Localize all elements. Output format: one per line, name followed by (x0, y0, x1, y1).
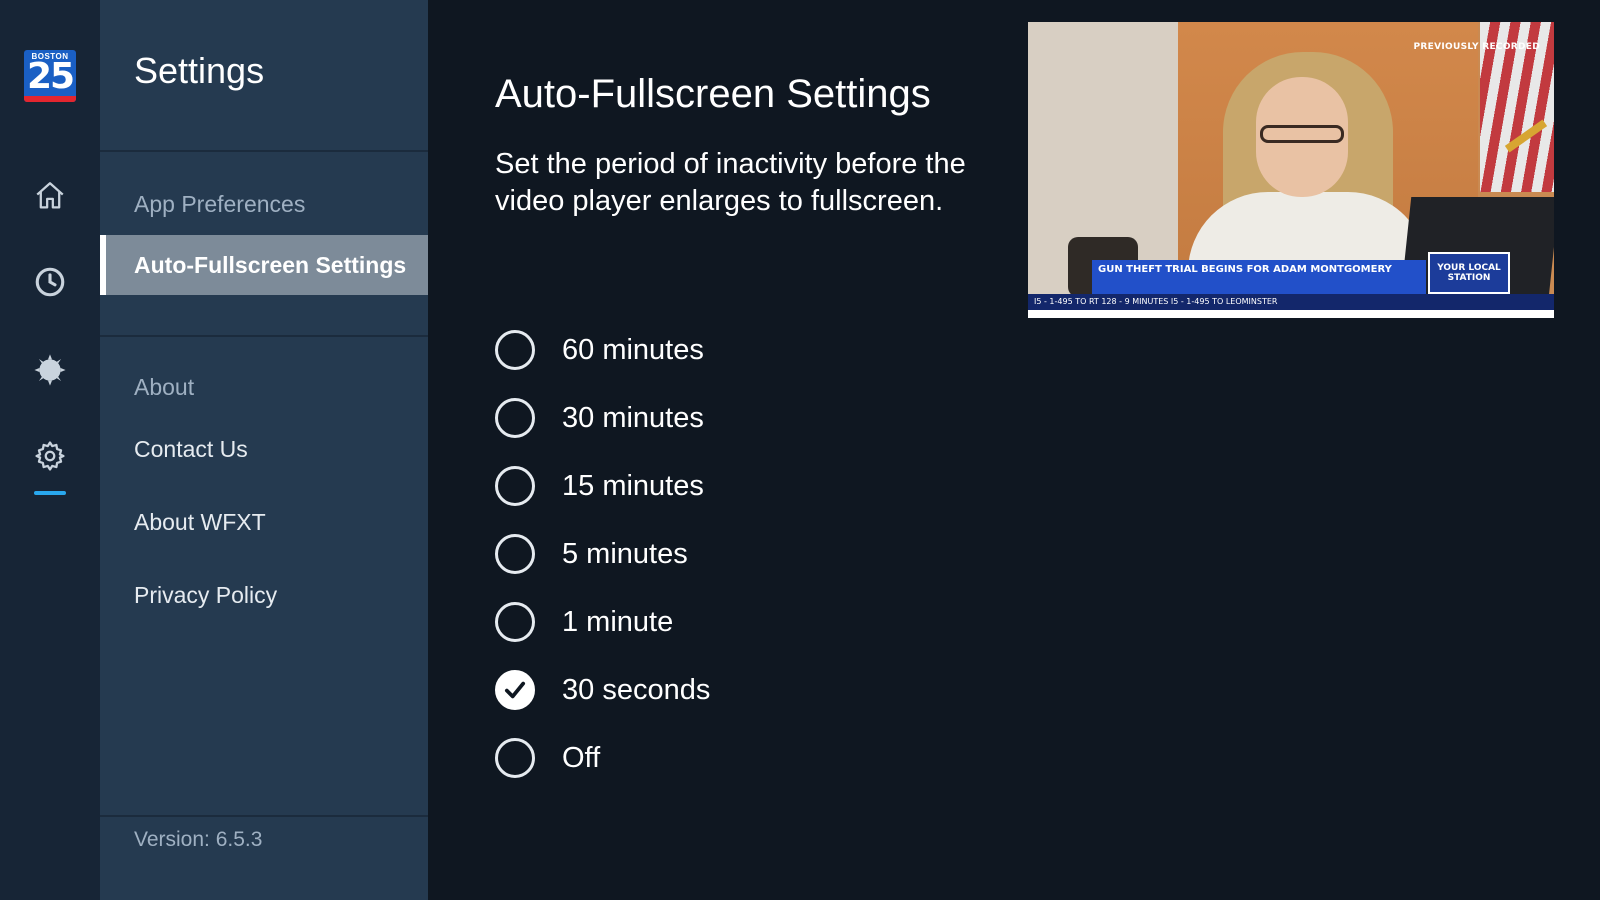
radio-unchecked-icon (495, 398, 535, 438)
option-30-minutes[interactable]: 30 minutes (495, 384, 975, 452)
option-label: 5 minutes (562, 537, 688, 570)
menu-item-label: App Preferences (134, 190, 306, 217)
video-player[interactable]: PREVIOUSLY RECORDED GUN THEFT TRIAL BEGI… (1028, 22, 1554, 318)
active-indicator (34, 491, 66, 495)
option-label: Off (562, 741, 601, 774)
video-lower-third: GUN THEFT TRIAL BEGINS FOR ADAM MONTGOME… (1092, 260, 1426, 294)
option-30-seconds[interactable]: 30 seconds (495, 656, 975, 724)
home-icon[interactable] (30, 176, 70, 216)
video-tag: PREVIOUSLY RECORDED (1413, 42, 1540, 52)
radio-unchecked-icon (495, 534, 535, 574)
radio-unchecked-icon (495, 330, 535, 370)
page-title: Auto-Fullscreen Settings (495, 72, 931, 116)
menu-item-label: About WFXT (134, 508, 266, 535)
option-label: 1 minute (562, 605, 674, 638)
option-5-minutes[interactable]: 5 minutes (495, 520, 975, 588)
menu-item-privacy-policy[interactable]: Privacy Policy (100, 565, 428, 625)
station-logo: BOSTON 25 (24, 50, 76, 102)
nav-rail: BOSTON 25 (0, 0, 100, 900)
logo-number: 25 (26, 56, 75, 97)
option-15-minutes[interactable]: 15 minutes (495, 452, 975, 520)
menu-title: Settings (134, 50, 265, 91)
menu-item-about-header: About (100, 357, 428, 417)
radio-unchecked-icon (495, 602, 535, 642)
clock-icon[interactable] (30, 262, 70, 302)
option-label: 30 seconds (562, 673, 711, 706)
video-headline: GUN THEFT TRIAL BEGINS FOR ADAM MONTGOME… (1098, 264, 1392, 275)
menu-divider (100, 150, 428, 152)
video-ticker: I5 - 1-495 TO RT 128 - 9 MINUTES I5 - 1-… (1028, 294, 1554, 310)
option-off[interactable]: Off (495, 724, 975, 792)
page-description: Set the period of inactivity before the … (495, 148, 966, 217)
radio-unchecked-icon (495, 466, 535, 506)
menu-item-app-preferences[interactable]: App Preferences (100, 174, 428, 234)
radio-checked-icon (495, 670, 535, 710)
option-label: 60 minutes (562, 333, 704, 366)
settings-menu: Settings App Preferences Auto-Fullscreen… (100, 0, 428, 900)
menu-item-label: Auto-Fullscreen Settings (134, 251, 407, 278)
weather-icon[interactable] (30, 350, 70, 390)
video-bottom-strip (1028, 310, 1554, 318)
option-60-minutes[interactable]: 60 minutes (495, 316, 975, 384)
video-station-bug: YOUR LOCAL STATION (1428, 252, 1510, 294)
option-1-minute[interactable]: 1 minute (495, 588, 975, 656)
menu-divider (100, 335, 428, 337)
gear-icon[interactable] (30, 436, 70, 476)
menu-item-contact-us[interactable]: Contact Us (100, 419, 428, 479)
app-version: Version: 6.5.3 (134, 828, 263, 851)
timeout-options: 60 minutes 30 minutes 15 minutes 5 minut… (495, 316, 975, 792)
logo-red-bar (24, 96, 76, 102)
menu-item-auto-fullscreen[interactable]: Auto-Fullscreen Settings (100, 235, 428, 295)
menu-item-label: About (134, 373, 195, 400)
video-scene-glasses (1260, 125, 1344, 143)
menu-item-label: Privacy Policy (134, 581, 278, 608)
menu-item-about-wfxt[interactable]: About WFXT (100, 492, 428, 552)
menu-divider (100, 815, 428, 817)
radio-unchecked-icon (495, 738, 535, 778)
option-label: 30 minutes (562, 401, 704, 434)
option-label: 15 minutes (562, 469, 704, 502)
menu-item-label: Contact Us (134, 435, 248, 462)
